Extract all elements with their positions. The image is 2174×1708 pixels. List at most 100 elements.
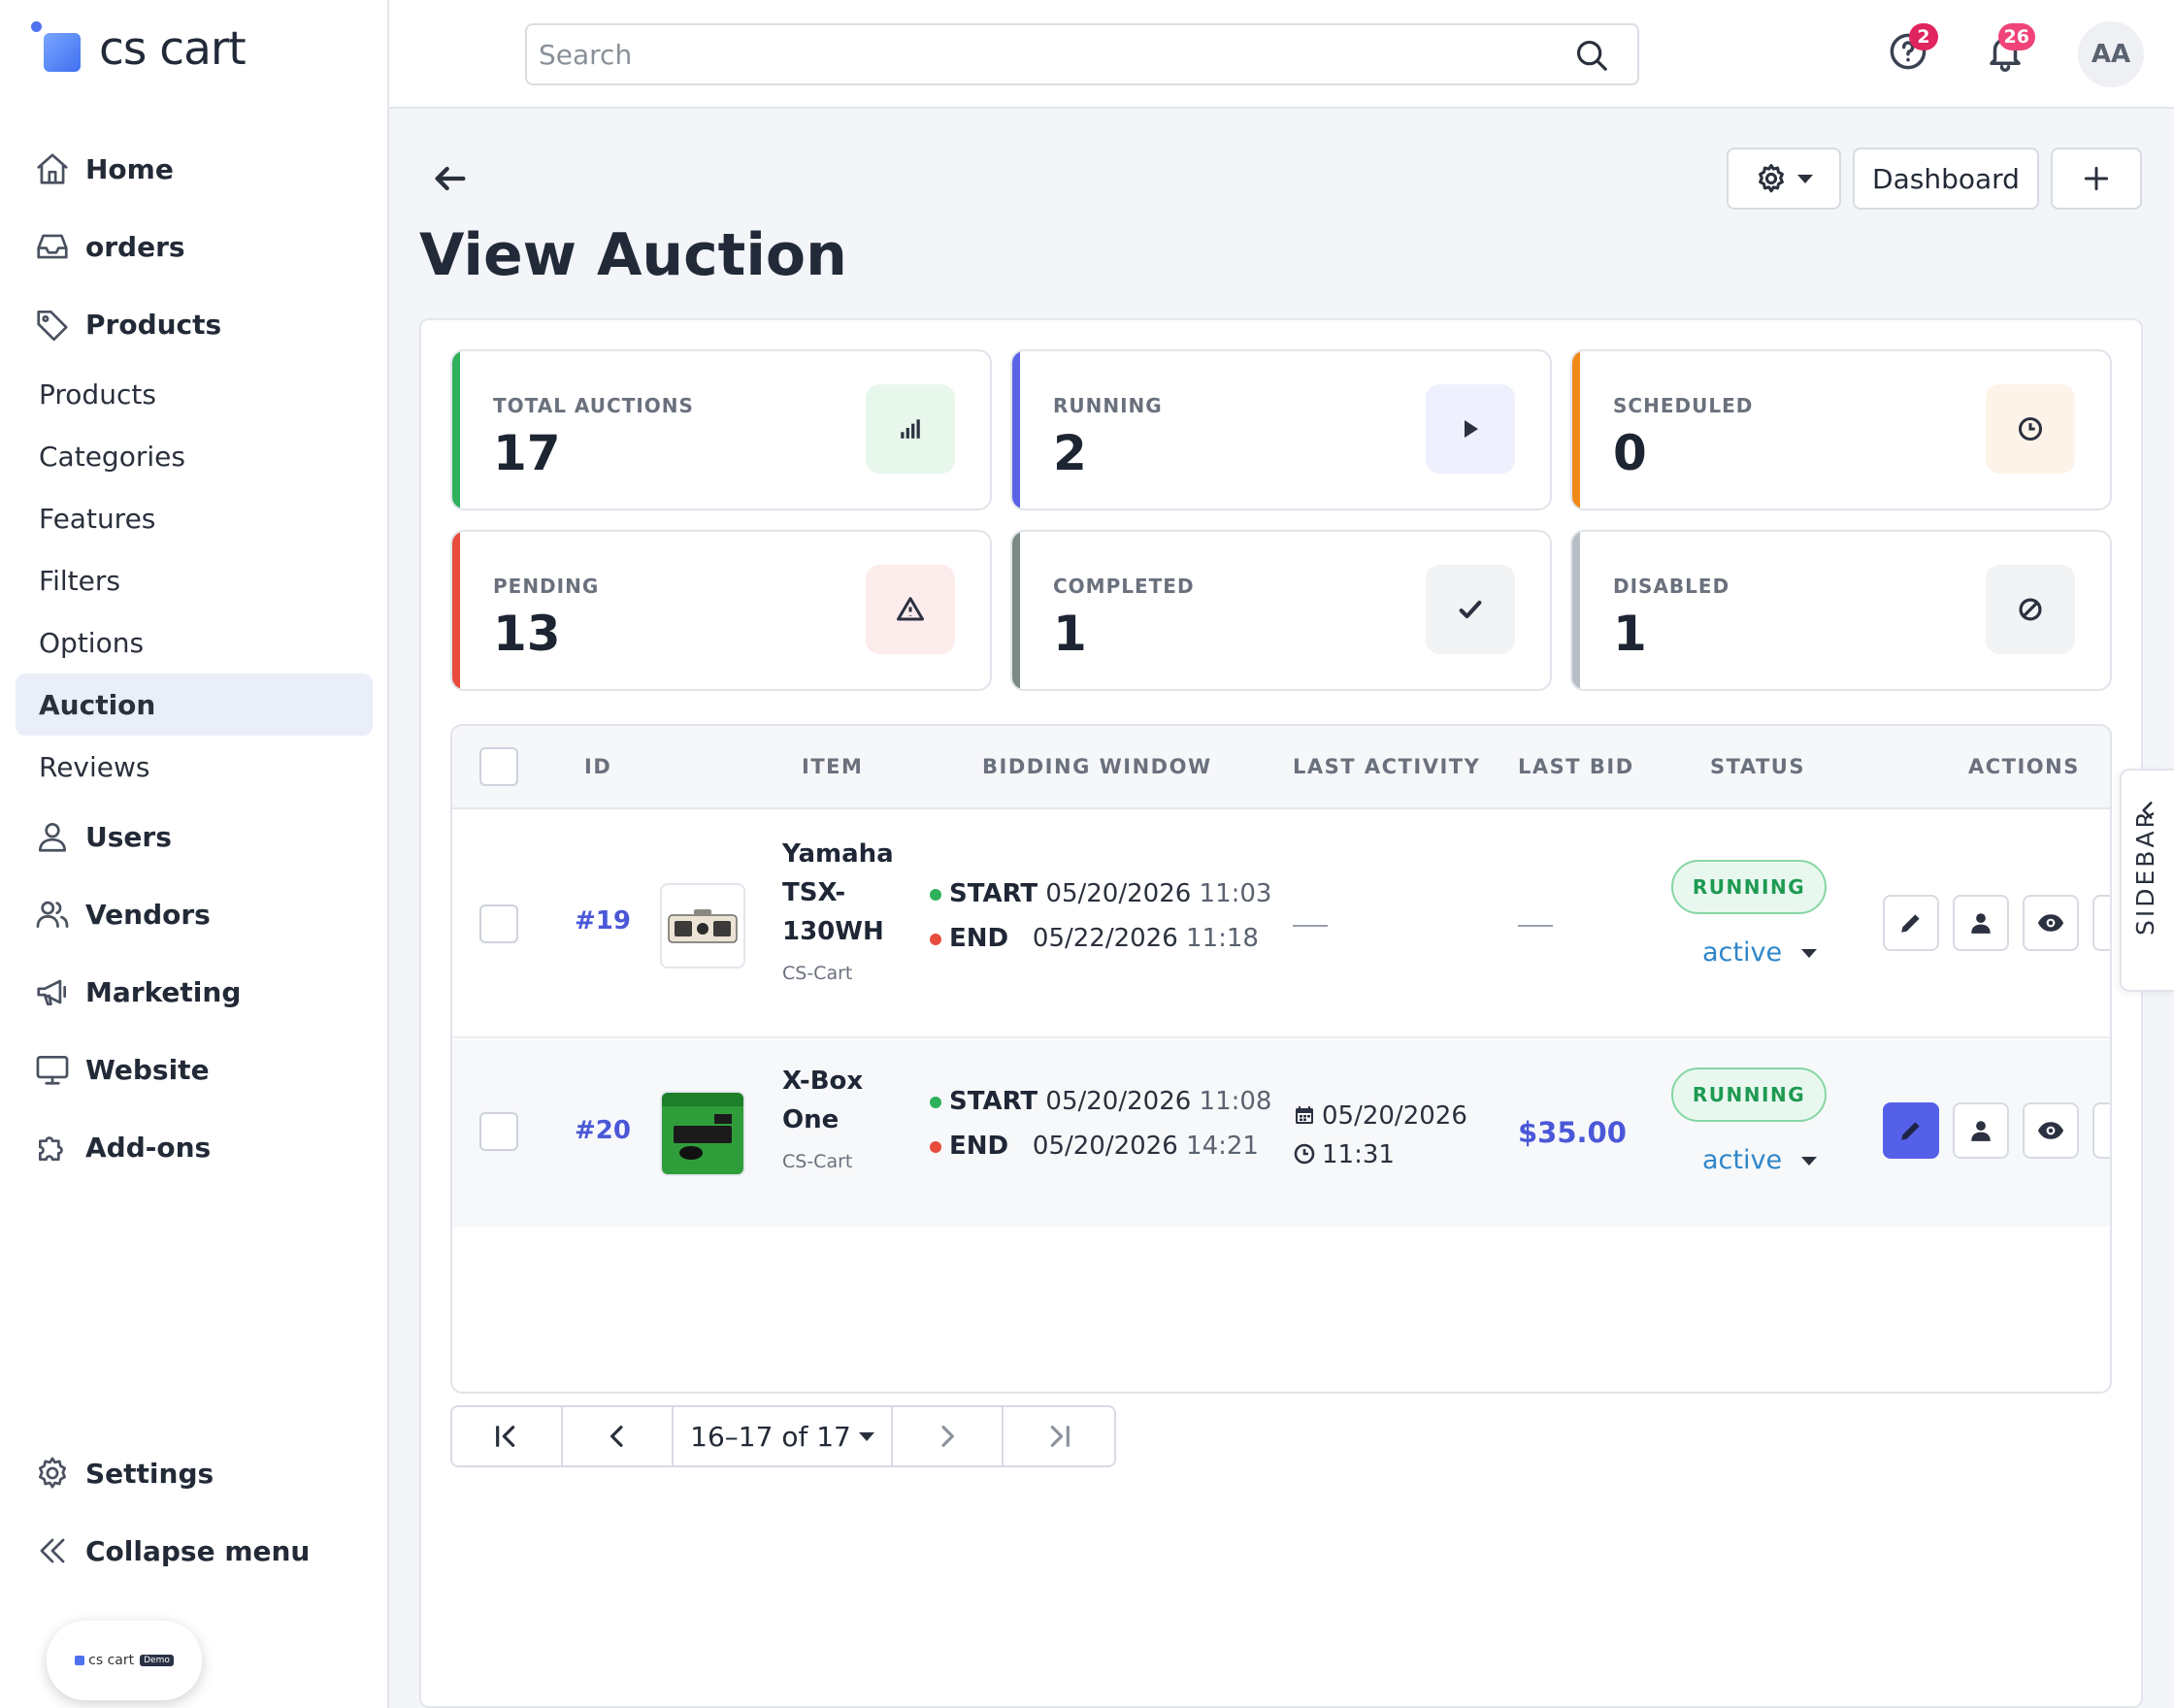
status-select[interactable]: active [1702,1145,1818,1175]
nav-item-settings[interactable]: Settings [16,1434,373,1512]
status-select[interactable]: active [1702,937,1818,968]
item-name[interactable]: X-Box One [782,1062,863,1139]
xbox-product-image [662,1093,743,1174]
nav-label: Products [85,308,222,341]
sub-item-filters[interactable]: Filters [16,549,373,611]
add-button[interactable] [2051,148,2142,210]
user-icon [1971,913,1991,934]
item-name-line: Yamaha [782,839,894,869]
page-range-select[interactable]: 16–17 of 17 [674,1407,893,1465]
edit-button[interactable] [1883,895,1939,951]
cs-cart-logo[interactable]: cs cart [31,21,247,76]
column-header-last-bid[interactable]: LAST BID [1518,755,1634,778]
search-input[interactable] [527,25,1536,83]
demo-badge[interactable]: cs cart Demo [47,1621,202,1700]
settings-dropdown-button[interactable] [1727,148,1841,210]
user-icon [1971,1121,1991,1141]
last-bid-empty [1518,925,1553,927]
next-page-button[interactable] [893,1407,1004,1465]
gear-icon [1759,163,1784,193]
sub-item-auction[interactable]: Auction [16,673,373,736]
bidding-end: END 05/22/2026 11:18 [930,916,1271,961]
sidebar-toggle-tab[interactable]: SIDEBAR [2120,769,2174,992]
stat-card-scheduled[interactable]: SCHEDULED 0 [1570,349,2112,510]
bidders-button[interactable] [1953,895,2009,951]
nav-item-vendors[interactable]: Vendors [16,875,373,953]
stat-card-disabled[interactable]: DISABLED 1 [1570,530,2112,691]
last-page-button[interactable] [1004,1407,1114,1465]
nav-item-products[interactable]: Products [16,285,373,363]
chevron-left-icon [610,1426,623,1447]
end-dot-icon [930,1140,941,1153]
dashboard-button[interactable]: Dashboard [1853,148,2039,210]
nav-item-orders[interactable]: orders [16,208,373,285]
logo-mark-icon [75,1656,85,1665]
left-sidebar: cs cart Home orders Products Products Ca… [0,0,389,1708]
stat-card-running[interactable]: RUNNING 2 [1010,349,1552,510]
stat-accent-bar [452,351,460,509]
product-thumbnail[interactable] [660,883,745,969]
column-header-item[interactable]: ITEM [802,755,863,778]
sub-item-categories[interactable]: Categories [16,425,373,487]
warning-icon [866,565,955,654]
caret-down-icon [1801,1157,1818,1166]
auction-id-link[interactable]: #19 [575,906,631,936]
table-row[interactable]: #19 Yamaha TSX- 130WH CS-Cart START 05/2… [452,811,2110,1038]
caret-down-icon [1801,949,1818,958]
clock-icon [1986,384,2075,474]
select-all-checkbox[interactable] [479,747,518,786]
table-row[interactable]: #20 X-Box One CS-Cart START 05/20/2026 1… [452,1040,2110,1227]
stat-accent-bar [452,532,460,689]
nav-item-website[interactable]: Website [16,1031,373,1108]
back-button[interactable] [431,159,470,198]
user-avatar[interactable]: AA [2078,21,2144,87]
stat-value: 1 [1613,606,1647,662]
bidders-button[interactable] [1953,1102,2009,1159]
last-activity-empty [1293,925,1328,927]
first-page-button[interactable] [452,1407,563,1465]
help-button[interactable]: 2 [1888,23,1938,76]
sub-item-features[interactable]: Features [16,487,373,549]
stat-card-completed[interactable]: COMPLETED 1 [1010,530,1552,691]
more-actions-button[interactable] [2092,895,2110,951]
sub-item-options[interactable]: Options [16,611,373,673]
last-activity-time: 11:31 [1293,1135,1467,1174]
more-actions-button[interactable] [2092,1102,2110,1159]
demo-badge-text: cs cart [88,1653,135,1668]
nav-label: Users [85,820,172,853]
column-header-last-activity[interactable]: LAST ACTIVITY [1293,755,1480,778]
row-checkbox[interactable] [479,1112,518,1151]
sub-item-products[interactable]: Products [16,363,373,425]
stat-card-total-auctions[interactable]: TOTAL AUCTIONS 17 [450,349,992,510]
nav-item-users[interactable]: Users [16,798,373,875]
view-button[interactable] [2023,895,2079,951]
inbox-icon [33,227,72,266]
column-header-id[interactable]: ID [584,755,611,778]
notifications-button[interactable]: 26 [1985,23,2035,76]
auction-id-link[interactable]: #20 [575,1116,631,1145]
view-button[interactable] [2023,1102,2079,1159]
double-chevron-left-icon [33,1531,72,1570]
column-header-bidding-window[interactable]: BIDDING WINDOW [982,755,1212,778]
nav-item-marketing[interactable]: Marketing [16,953,373,1031]
column-header-status[interactable]: STATUS [1710,755,1805,778]
previous-page-button[interactable] [563,1407,674,1465]
nav-item-home[interactable]: Home [16,130,373,208]
edit-button[interactable] [1883,1102,1939,1159]
nav-label: orders [85,230,185,263]
stat-label: SCHEDULED [1613,394,1754,417]
megaphone-icon [33,972,72,1011]
collapse-menu-button[interactable]: Collapse menu [16,1512,373,1590]
product-thumbnail[interactable] [660,1091,745,1176]
item-name-line: One [782,1105,840,1134]
item-name[interactable]: Yamaha TSX- 130WH [782,835,894,951]
row-checkbox[interactable] [479,904,518,943]
stat-card-pending[interactable]: PENDING 13 [450,530,992,691]
item-vendor: CS-Cart [782,1151,853,1172]
gear-icon [33,1454,72,1493]
sub-item-reviews[interactable]: Reviews [16,736,373,798]
status-badge: RUNNING [1671,1068,1827,1122]
search-icon[interactable] [1573,37,1610,74]
nav-item-addons[interactable]: Add-ons [16,1108,373,1186]
last-activity-date: 05/20/2026 [1293,1097,1467,1135]
